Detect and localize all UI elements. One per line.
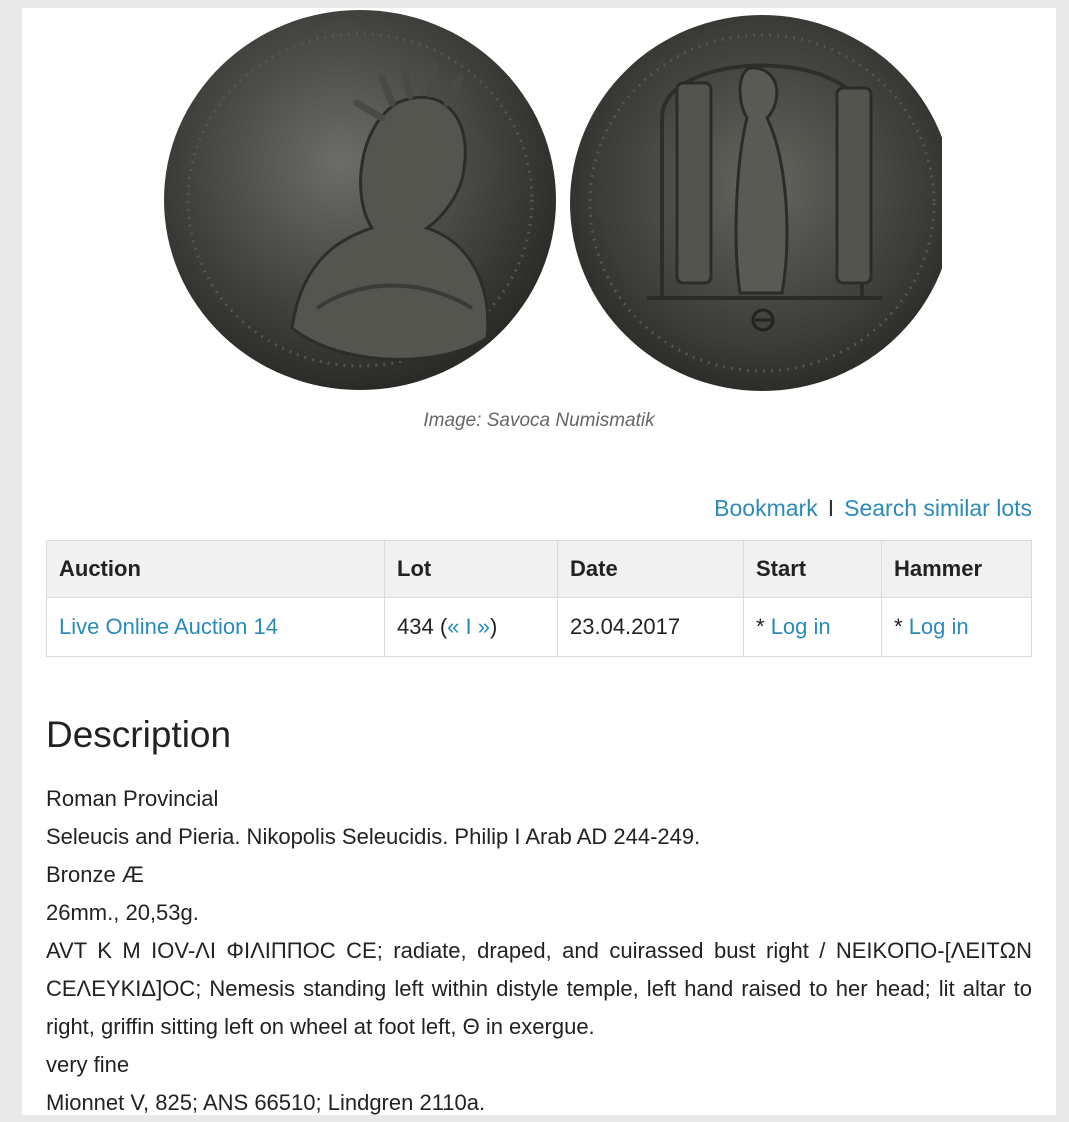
header-date: Date [557,540,744,598]
start-login-link[interactable]: Log in [771,614,831,639]
description-title: Description [46,714,232,755]
coin-photo [164,10,942,391]
header-auction: Auction [46,540,385,598]
cell-hammer: * Log in [881,597,1032,657]
description-line-metal: Bronze Æ [46,862,144,887]
description-line-references: Mionnet V, 825; ANS 66510; Lindgren 2110… [46,1090,486,1115]
cell-date: 23.04.2017 [557,597,744,657]
lot-close-paren: ) [490,614,498,639]
hammer-prefix: * [894,614,909,639]
cell-auction: Live Online Auction 14 [46,597,385,657]
coin-reverse [570,15,942,391]
lot-table: Auction Lot Date Start Hammer Live Onlin… [46,540,1032,657]
header-lot: Lot [384,540,558,598]
auction-link[interactable]: Live Online Auction 14 [59,614,278,639]
lot-number: 434 ( [397,614,448,639]
description-line-category: Roman Provincial [46,786,219,811]
description-body: Roman Provincial Seleucis and Pieria. Ni… [46,780,1032,1122]
table-row: Live Online Auction 14 434 (« I ») 23.04… [46,597,1032,657]
search-similar-link[interactable]: Search similar lots [844,495,1032,521]
cell-start: * Log in [743,597,882,657]
description-line-grade: very fine [46,1052,130,1077]
header-hammer: Hammer [881,540,1032,598]
image-caption: Image: Savoca Numismatik [423,410,655,431]
hammer-login-link[interactable]: Log in [909,614,969,639]
next-lot-link[interactable]: » [478,614,490,639]
lot-nav-separator: I [459,614,478,639]
lot-actions: Bookmark I Search similar lots [714,495,1032,522]
coin-obverse [164,10,556,390]
description-line-size-weight: 26mm., 20,53g. [46,900,199,925]
description-line-legend: AVT K M IOV-ΛI ΦIΛIΠΠOC CE; radiate, dra… [46,938,1032,1039]
header-start: Start [743,540,882,598]
lot-detail-page: Image: Savoca Numismatik Bookmark I Search… [22,8,1056,1115]
bookmark-link[interactable]: Bookmark [714,495,818,521]
actions-separator: I [827,495,835,521]
start-prefix: * [756,614,771,639]
lot-table-header-row: Auction Lot Date Start Hammer [46,540,1032,598]
cell-lot: 434 (« I ») [384,597,558,657]
previous-lot-link[interactable]: « [447,614,459,639]
description-line-region: Seleucis and Pieria. Nikopolis Seleucidi… [46,824,701,849]
